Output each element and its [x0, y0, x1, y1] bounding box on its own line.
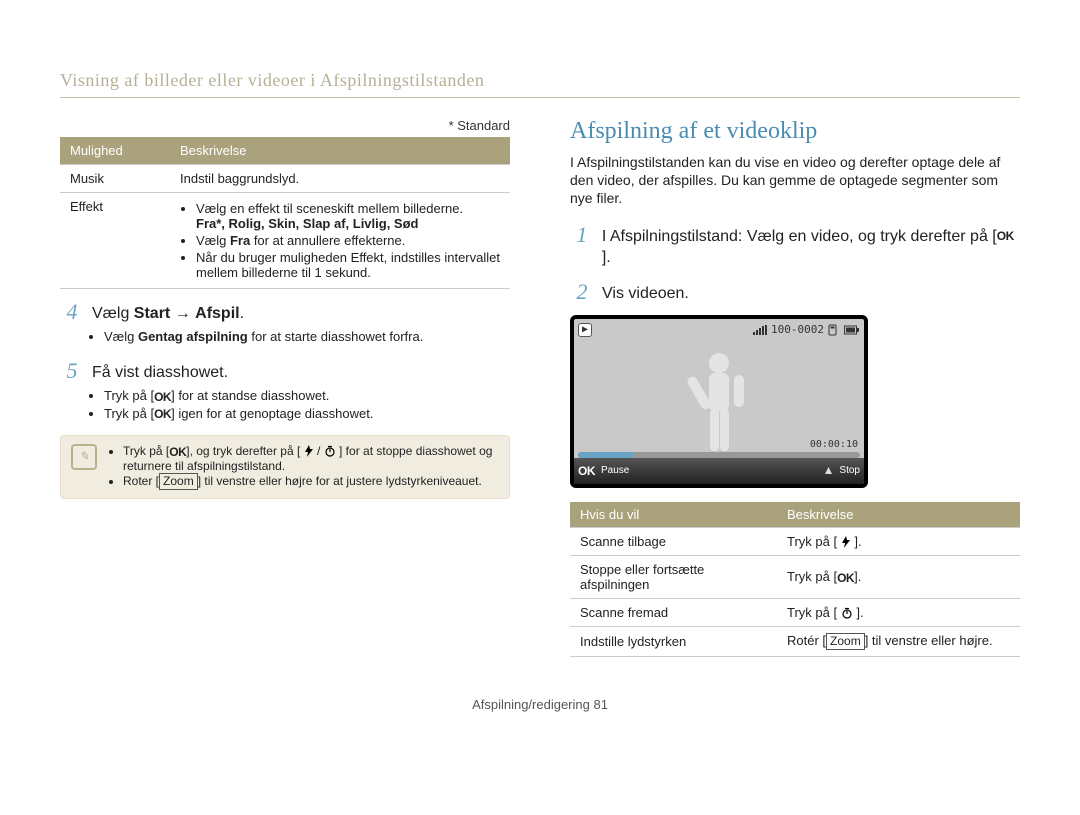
action-scan-forward-desc: Tryk på [ ].: [777, 598, 1020, 626]
step-number-2: 2: [570, 279, 594, 305]
page-footer: Afspilning/redigering 81: [60, 697, 1020, 712]
ok-icon: OK: [997, 228, 1014, 244]
divider: [60, 97, 1020, 98]
timecode: 00:00:10: [810, 439, 858, 450]
step-4-text: Vælg Start → Afspil.: [92, 299, 244, 325]
flash-icon: [304, 445, 314, 457]
step-4-sub: Vælg Gentag afspilning for at starte dia…: [104, 329, 510, 344]
col-header-description: Beskrivelse: [170, 137, 510, 165]
step-1-text: I Afspilningstilstand: Vælg en video, og…: [602, 222, 1020, 269]
flash-icon: [841, 536, 851, 548]
breadcrumb: Visning af billeder eller videoer i Afsp…: [60, 70, 1020, 91]
card-icon: [828, 324, 840, 336]
step-5-bullet-2: Tryk på [OK] igen for at genoptage diass…: [104, 406, 510, 422]
video-preview: ▶ 100-0002: [570, 315, 868, 488]
opt-effekt: Effekt: [60, 193, 170, 289]
note-item-2: Roter [Zoom] til venstre eller højre for…: [123, 473, 499, 490]
action-scan-forward: Scanne fremad: [570, 598, 777, 626]
intro-text: I Afspilningstilstanden kan du vise en v…: [570, 153, 1020, 208]
section-heading: Afspilning af et videoklip: [570, 118, 1020, 145]
up-triangle-icon: [824, 466, 833, 475]
desc-musik: Indstil baggrundslyd.: [170, 165, 510, 193]
step-number-4: 4: [60, 299, 84, 325]
step-number-1: 1: [570, 222, 594, 248]
action-volume-desc: Rotér [Zoom] til venstre eller højre.: [777, 626, 1020, 656]
note-item-1: Tryk på [OK], og tryk derefter på [ / ] …: [123, 444, 499, 473]
step-5: 5 Få vist diasshowet.: [60, 358, 510, 384]
action-volume: Indstille lydstyrken: [570, 626, 777, 656]
col-header-option: Mulighed: [60, 137, 170, 165]
col-header-action: Hvis du vil: [570, 502, 777, 528]
person-silhouette: [684, 349, 754, 459]
action-scan-back: Scanne tilbage: [570, 527, 777, 555]
ok-icon: OK: [154, 390, 171, 404]
zoom-button: Zoom: [826, 633, 865, 650]
note-icon: ✎: [71, 444, 97, 470]
frame-counter: 100-0002: [771, 323, 824, 336]
step-2: 2 Vis videoen.: [570, 279, 1020, 305]
col-header-action-desc: Beskrivelse: [777, 502, 1020, 528]
ok-icon: OK: [169, 445, 186, 459]
step-4: 4 Vælg Start → Afspil.: [60, 299, 510, 325]
timer-icon: [841, 607, 853, 619]
pause-label: Pause: [601, 465, 629, 476]
step-5-text: Få vist diasshowet.: [92, 358, 228, 384]
action-scan-back-desc: Tryk på [ ].: [777, 527, 1020, 555]
options-table: Mulighed Beskrivelse Musik Indstil baggr…: [60, 137, 510, 289]
step-5-bullet-1: Tryk på [OK] for at standse diasshowet.: [104, 388, 510, 404]
ok-icon: OK: [578, 464, 595, 478]
ok-icon: OK: [837, 571, 854, 585]
step-1: 1 I Afspilningstilstand: Vælg en video, …: [570, 222, 1020, 269]
actions-table: Hvis du vil Beskrivelse Scanne tilbage T…: [570, 502, 1020, 657]
play-indicator: ▶: [578, 323, 592, 337]
signal-icon: [753, 325, 767, 335]
step-2-text: Vis videoen.: [602, 279, 689, 305]
opt-musik: Musik: [60, 165, 170, 193]
action-pause-resume-desc: Tryk på [OK].: [777, 555, 1020, 598]
desc-effekt: Vælg en effekt til sceneskift mellem bil…: [170, 193, 510, 289]
zoom-button: Zoom: [159, 473, 198, 490]
ok-icon: OK: [154, 407, 171, 421]
step-number-5: 5: [60, 358, 84, 384]
stop-label: Stop: [839, 465, 860, 476]
timer-icon: [324, 445, 336, 457]
note-box: ✎ Tryk på [OK], og tryk derefter på [ / …: [60, 435, 510, 499]
standard-note: * Standard: [60, 118, 510, 133]
action-pause-resume: Stoppe eller fortsætte afspilningen: [570, 555, 777, 598]
battery-icon: [844, 325, 860, 335]
